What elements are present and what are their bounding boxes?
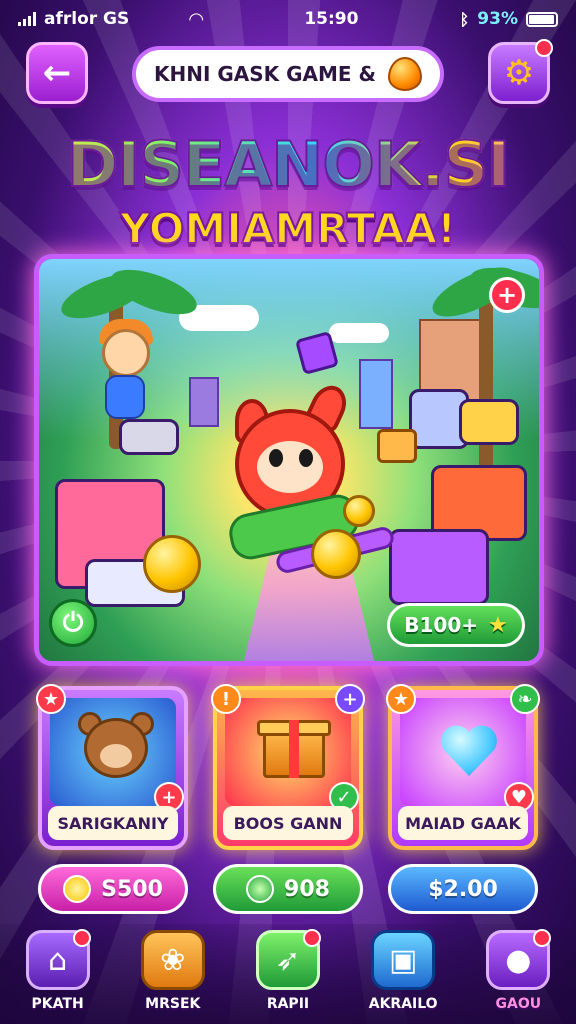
nav-item-gift[interactable]: ❀ MRSEK	[123, 930, 223, 1012]
add-badge-button[interactable]: +	[489, 277, 525, 313]
power-button[interactable]: ⏻	[49, 599, 97, 647]
heart-icon	[440, 724, 498, 776]
nav-item-home[interactable]: ⌂ PKATH	[8, 929, 108, 1012]
hero-face	[257, 441, 323, 493]
price-button[interactable]: 908	[213, 864, 363, 914]
gear-icon: ⚙	[503, 53, 535, 93]
signal-icon	[18, 12, 36, 26]
headline-sub: YOMIAMRTAA!	[119, 203, 457, 254]
character-kid-body	[105, 375, 145, 419]
add-icon[interactable]: +	[335, 684, 365, 714]
hero-eye	[299, 449, 313, 467]
home-icon: ⌂	[25, 929, 91, 990]
game-title-bar[interactable]: KHNI GASK GAME &	[132, 46, 444, 102]
bottom-nav: ⌂ PKATH ❀ MRSEK ➶ RAPII ▣ AKRAILO ● GAOU	[0, 924, 576, 1024]
gold-coin	[143, 535, 201, 593]
notification-badge	[535, 39, 553, 57]
leaf-icon: ❧	[510, 684, 540, 714]
nav-label: RAPII	[266, 996, 310, 1012]
wifi-icon: ◠	[189, 8, 204, 30]
game-title: KHNI GASK GAME &	[153, 62, 376, 86]
carrier-name: afrlor GS	[44, 9, 130, 29]
shop-card-gift[interactable]: ! + ✓ BOOS GANN	[211, 684, 365, 850]
notification-badge	[72, 929, 91, 947]
price-value: S500	[101, 876, 163, 902]
arcade-machine	[119, 419, 179, 455]
arcade-machine	[389, 529, 489, 605]
star-icon: ★	[488, 612, 508, 638]
nav-item-rocket[interactable]: ➶ RAPII	[238, 929, 338, 1012]
card-label: SARIGKANIY	[48, 806, 178, 840]
price-button[interactable]: S500	[38, 864, 188, 914]
back-button[interactable]: ←	[26, 42, 88, 104]
battery-icon	[525, 11, 558, 27]
gift-ribbon	[289, 720, 299, 778]
nav-item-cube[interactable]: ▣ AKRAILO	[353, 930, 453, 1012]
nav-label: AKRAILO	[368, 996, 438, 1012]
character-kid	[102, 329, 150, 377]
cube-icon: ▣	[371, 930, 436, 990]
gold-coin	[311, 529, 361, 579]
card-label: MAIAD GAAK	[398, 806, 528, 840]
arrow-left-icon: ←	[42, 53, 72, 93]
bolt-icon: ★	[36, 684, 66, 714]
price-value: $2.00	[428, 876, 498, 902]
palette-icon: ●	[486, 929, 552, 990]
price-button[interactable]: $2.00	[388, 864, 538, 914]
clock: 15:90	[304, 9, 359, 29]
floating-cube	[377, 429, 417, 463]
nav-label: PKATH	[31, 996, 84, 1012]
gift-icon: ❀	[140, 930, 205, 990]
power-icon: ⏻	[62, 607, 84, 638]
star-icon: ★	[386, 684, 416, 714]
status-bar: afrlor GS ◠ 15:90 ᛒ 93%	[0, 0, 576, 38]
headline-main: DISEANOK.SI	[0, 127, 576, 202]
nav-item-palette[interactable]: ● GAOU	[468, 929, 568, 1012]
bluetooth-icon: ᛒ	[459, 9, 470, 29]
orange-gem-icon	[388, 57, 422, 91]
nav-label: GAOU	[495, 996, 542, 1012]
price-value: 908	[284, 876, 330, 902]
hero-eye	[269, 449, 283, 467]
coin-icon	[63, 875, 92, 903]
bear-muzzle	[100, 744, 132, 768]
shop-card-heart[interactable]: ★ ❧ ♥ MAIAD GAAK	[386, 684, 540, 850]
notification-badge	[302, 929, 321, 947]
building	[359, 359, 393, 429]
settings-button[interactable]: ⚙	[488, 39, 553, 104]
cloud	[329, 323, 389, 343]
gold-coin	[343, 495, 375, 527]
info-icon: !	[211, 684, 241, 714]
gem-icon	[246, 875, 275, 903]
rocket-icon: ➶	[255, 929, 321, 990]
battery-percent: 93%	[477, 9, 518, 29]
building	[189, 377, 219, 427]
notification-badge	[533, 929, 552, 947]
card-label: BOOS GANN	[223, 806, 353, 840]
game-scene[interactable]: + ⏻ B100+ ★	[34, 254, 544, 666]
arcade-machine	[459, 399, 519, 445]
score-value: B100+	[404, 613, 479, 637]
nav-label: MRSEK	[145, 996, 201, 1012]
score-display[interactable]: B100+ ★	[387, 603, 525, 647]
shop-card-bear[interactable]: ★ + SARIGKANIY	[36, 684, 188, 850]
plus-icon: +	[496, 281, 518, 309]
